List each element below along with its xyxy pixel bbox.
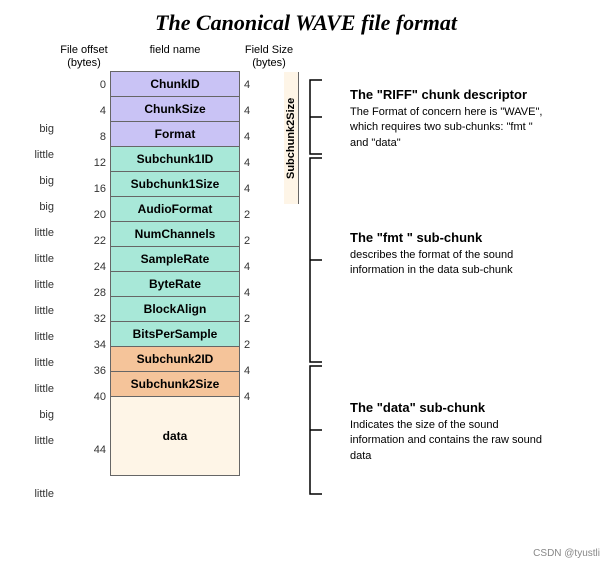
offset-num: 0 <box>100 72 106 98</box>
offset-num: 40 <box>94 384 106 410</box>
endian-label: little <box>34 298 54 324</box>
annotation-title: The "fmt " sub-chunk <box>350 230 545 245</box>
offset-num: 20 <box>94 202 106 228</box>
annotation-text: The Format of concern here is "WAVE", wh… <box>350 105 545 151</box>
annotation-block: The "data" sub-chunk Indicates the size o… <box>350 400 545 464</box>
field-row: Subchunk1Size <box>110 171 240 197</box>
endian-label: little <box>34 246 54 272</box>
rows-container: 0481216202224283234364044 ChunkIDChunkSi… <box>58 72 302 490</box>
endian-label: little <box>34 272 54 298</box>
annotation-block: The "RIFF" chunk descriptor The Format of… <box>350 87 545 151</box>
field-row: Format <box>110 121 240 147</box>
offset-num: 36 <box>94 358 106 384</box>
column-headers: File offset(bytes) field name Field Size… <box>58 44 298 70</box>
page: The Canonical WAVE file format biglittle… <box>0 0 612 567</box>
field-row: Subchunk2Size <box>110 371 240 397</box>
offset-num: 12 <box>94 150 106 176</box>
field-row: BlockAlign <box>110 296 240 322</box>
size-num: 2 <box>244 228 250 254</box>
field-row: ChunkID <box>110 71 240 97</box>
offset-num: 28 <box>94 280 106 306</box>
endian-label: little <box>34 454 54 534</box>
watermark: CSDN @tyustli <box>533 548 600 559</box>
size-num: 4 <box>244 72 250 98</box>
size-num: 4 <box>244 358 250 384</box>
size-num: 4 <box>244 254 250 280</box>
endian-label: little <box>34 350 54 376</box>
fields-column: ChunkIDChunkSizeFormatSubchunk1IDSubchun… <box>110 72 240 490</box>
field-row: AudioFormat <box>110 196 240 222</box>
endian-label: big <box>39 116 54 142</box>
offset-num: 8 <box>100 124 106 150</box>
offset-num: 44 <box>94 410 106 490</box>
size-num: 4 <box>244 176 250 202</box>
offset-header: File offset(bytes) <box>58 44 110 70</box>
field-row: SampleRate <box>110 246 240 272</box>
page-title: The Canonical WAVE file format <box>10 10 602 36</box>
field-row: BitsPerSample <box>110 321 240 347</box>
annotation-title: The "RIFF" chunk descriptor <box>350 87 545 102</box>
field-row: ByteRate <box>110 271 240 297</box>
offset-num: 22 <box>94 228 106 254</box>
size-num: 2 <box>244 202 250 228</box>
endian-label: little <box>34 220 54 246</box>
field-row: ChunkSize <box>110 96 240 122</box>
endian-label: little <box>34 324 54 350</box>
size-num: 2 <box>244 306 250 332</box>
size-num: 4 <box>244 98 250 124</box>
offset-num: 24 <box>94 254 106 280</box>
endian-label: big <box>39 402 54 428</box>
offset-num: 4 <box>100 98 106 124</box>
size-num: 4 <box>244 384 250 410</box>
annotation-text: describes the format of the sound inform… <box>350 248 545 279</box>
endian-label: little <box>34 428 54 454</box>
endian-label: big <box>39 194 54 220</box>
field-row: Subchunk1ID <box>110 146 240 172</box>
field-row: Subchunk2ID <box>110 346 240 372</box>
bracket-annotations: The "RIFF" chunk descriptor The Format of… <box>306 78 560 496</box>
field-row: NumChannels <box>110 221 240 247</box>
endian-label: little <box>34 376 54 402</box>
subchunk2size-label: Subchunk2Size <box>284 72 299 204</box>
size-column: 4444422442244 <box>240 72 280 490</box>
right-side: 4444422442244 Subchunk2Size <box>240 72 302 490</box>
annotations-column: The "RIFF" chunk descriptor The Format of… <box>350 78 560 496</box>
offset-column: 0481216202224283234364044 <box>58 72 110 490</box>
annotation-block: The "fmt " sub-chunk describes the format… <box>350 230 545 279</box>
bracket-svg <box>306 78 330 496</box>
offset-num: 16 <box>94 176 106 202</box>
main-area: biglittlebigbiglittlelittlelittlelittlel… <box>10 44 602 534</box>
size-num: 4 <box>244 280 250 306</box>
endian-column: biglittlebigbiglittlelittlelittlelittlel… <box>10 90 58 534</box>
endian-label: little <box>34 142 54 168</box>
subchunk2size-wrapper: Subchunk2Size <box>280 72 302 490</box>
field-row: data <box>110 396 240 476</box>
offset-num: 32 <box>94 306 106 332</box>
endian-label: big <box>39 168 54 194</box>
size-num: 4 <box>244 150 250 176</box>
annotation-title: The "data" sub-chunk <box>350 400 545 415</box>
table-area: File offset(bytes) field name Field Size… <box>58 44 302 490</box>
field-header: field name <box>110 44 240 70</box>
size-num: 4 <box>244 124 250 150</box>
size-header: Field Size(bytes) <box>240 44 298 70</box>
size-num: 2 <box>244 332 250 358</box>
offset-num: 34 <box>94 332 106 358</box>
annotation-text: Indicates the size of the sound informat… <box>350 418 545 464</box>
